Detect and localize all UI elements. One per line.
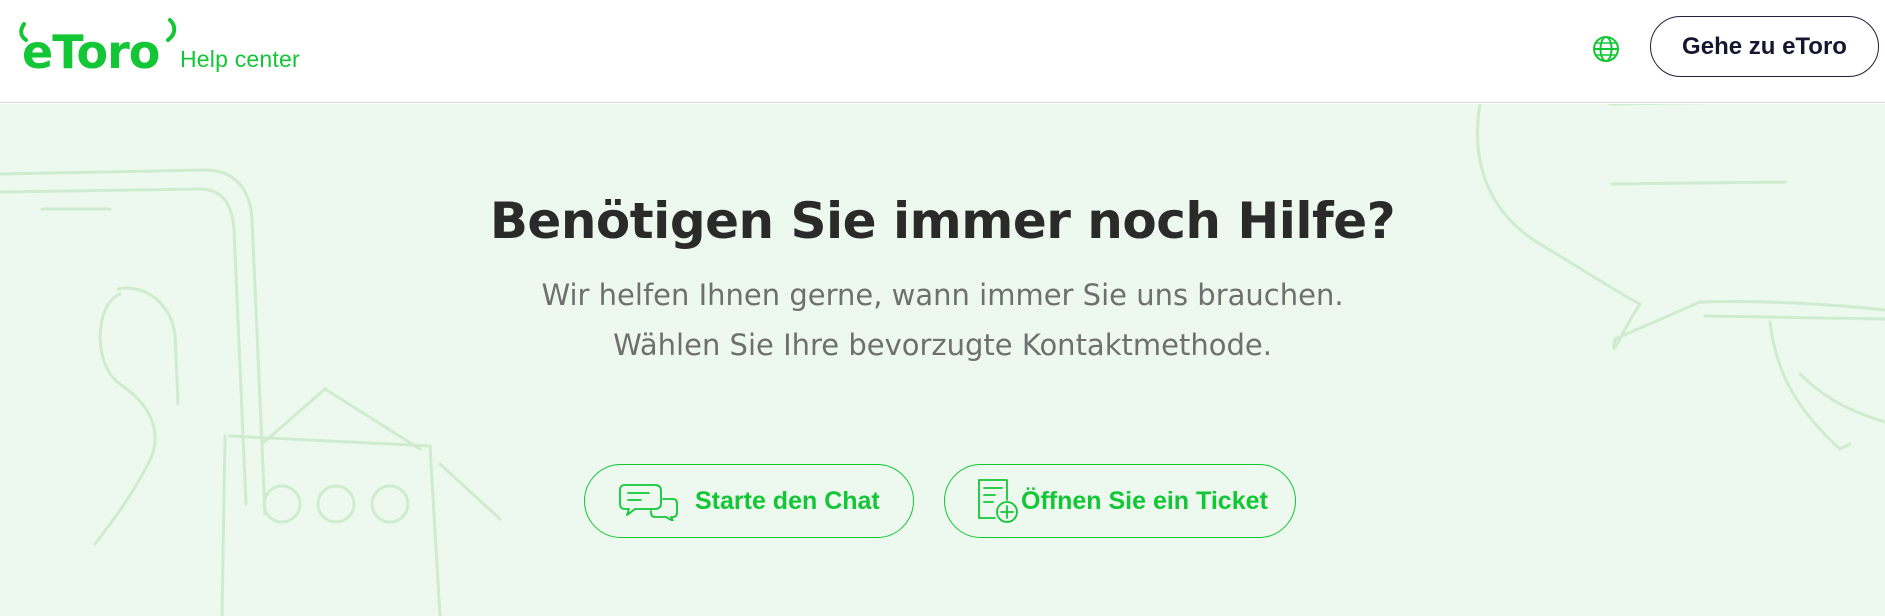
etoro-logo-link[interactable]: eToro Help center	[18, 16, 300, 76]
goto-etoro-button[interactable]: Gehe zu eToro	[1650, 16, 1879, 77]
subtitle-line-1: Wir helfen Ihnen gerne, wann immer Sie u…	[541, 278, 1344, 312]
svg-text:eToro: eToro	[22, 25, 159, 76]
globe-icon[interactable]	[1591, 34, 1621, 64]
chat-bubbles-icon	[619, 484, 678, 521]
top-header: eToro Help center Gehe zu eToro	[0, 0, 1885, 103]
open-ticket-label: Öffnen Sie ein Ticket	[1021, 486, 1268, 515]
subtitle-line-2: Wählen Sie Ihre bevorzugte Kontaktmethod…	[613, 328, 1272, 362]
open-ticket-button[interactable]: Öffnen Sie ein Ticket	[944, 464, 1296, 538]
page-title: Benötigen Sie immer noch Hilfe?	[489, 192, 1396, 250]
etoro-logo: eToro	[19, 18, 177, 76]
start-chat-label: Starte den Chat	[695, 486, 880, 515]
hero-subtitle: Wir helfen Ihnen gerne, wann immer Sie u…	[0, 270, 1885, 370]
ticket-add-icon	[978, 479, 1018, 523]
start-chat-button[interactable]: Starte den Chat	[584, 464, 914, 538]
contact-hero: Benötigen Sie immer noch Hilfe? Wir helf…	[0, 104, 1885, 616]
help-center-label: Help center	[180, 46, 300, 72]
